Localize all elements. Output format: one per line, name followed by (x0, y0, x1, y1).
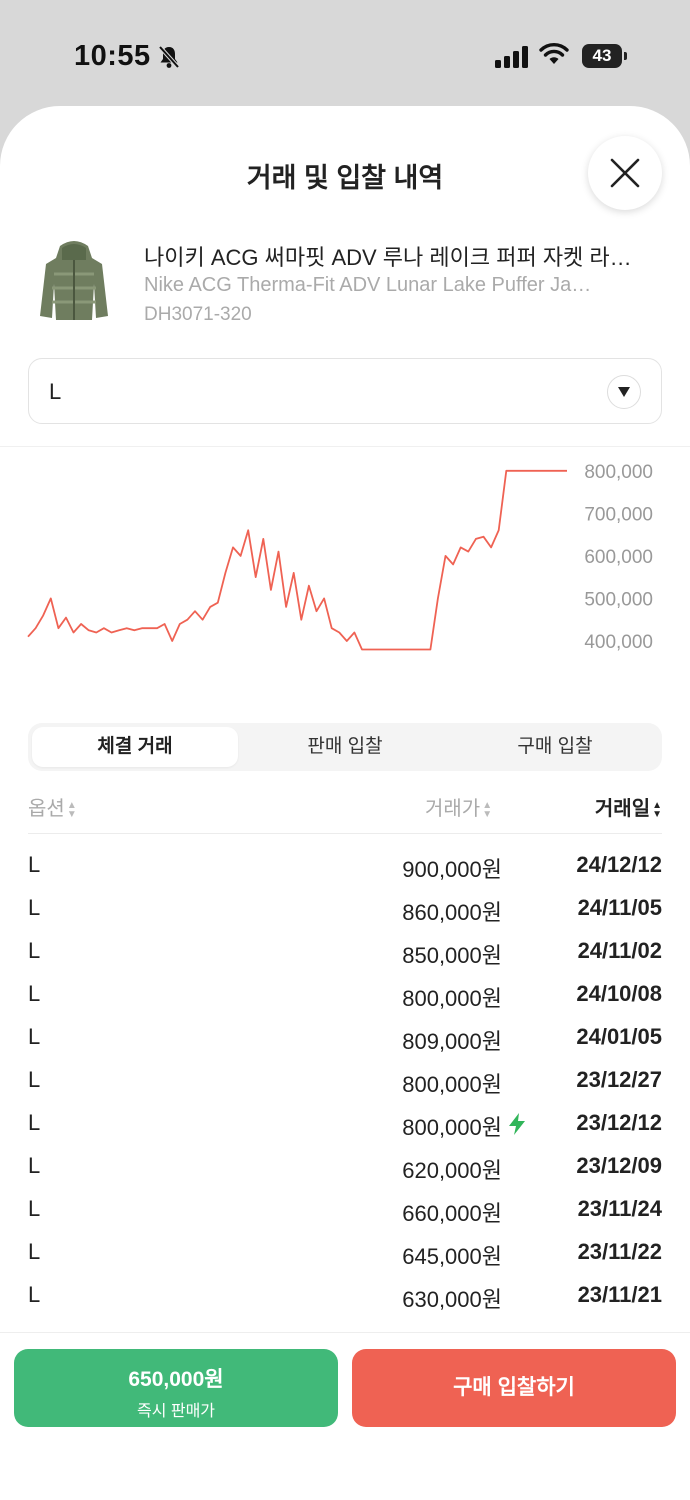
table-row: L 660,000원 23/11/24 (28, 1190, 662, 1233)
row-date: 24/10/08 (576, 981, 662, 1006)
header-option[interactable]: 옵션 ▲ ▼ (28, 792, 77, 821)
instant-sell-button[interactable]: 650,000원 즉시 판매가 (14, 1349, 338, 1427)
trade-history-sheet: 거래 및 입찰 내역 나이키 ACG 써마핏 ADV 루나 레이크 퍼퍼 자켓 … (0, 106, 690, 1500)
table-row: L 809,000원 24/01/05 (28, 1018, 662, 1061)
row-price: 809,000원 (402, 1029, 502, 1054)
instant-sell-label: 즉시 판매가 (136, 1403, 216, 1420)
row-option: L (28, 1024, 41, 1049)
row-date: 23/11/22 (577, 1239, 662, 1264)
sheet-title: 거래 및 입찰 내역 (246, 163, 444, 193)
sort-icon: ▲ ▼ (66, 799, 77, 820)
y-tick-label: 600,000 (584, 547, 653, 568)
status-time: 10:55 (74, 40, 151, 72)
row-price: 800,000원 (402, 1072, 502, 1097)
row-option: L (28, 938, 41, 963)
tab-sell-bids[interactable]: 판매 입찰 (242, 727, 448, 767)
table-row: L 630,000원 23/11/21 (28, 1276, 662, 1319)
table-row: L 645,000원 23/11/22 (28, 1233, 662, 1276)
row-price: 660,000원 (402, 1201, 502, 1226)
close-icon (610, 158, 640, 188)
row-price: 850,000원 (402, 943, 502, 968)
price-series-line (27, 469, 567, 651)
row-date: 23/12/09 (576, 1153, 662, 1178)
row-price: 860,000원 (402, 900, 502, 925)
row-option: L (28, 1110, 41, 1135)
row-option: L (28, 1239, 41, 1264)
product-name-en: Nike ACG Therma-Fit ADV Lunar Lake Puffe… (144, 274, 592, 296)
row-option: L (28, 895, 41, 920)
tab-buy-bids[interactable]: 구매 입찰 (452, 727, 658, 767)
row-price: 630,000원 (402, 1287, 502, 1312)
table-row: L 620,000원 23/12/09 (28, 1147, 662, 1190)
signal-icon (495, 46, 528, 68)
row-price: 900,000원 (402, 857, 502, 882)
tab-concluded-trades[interactable]: 체결 거래 (32, 727, 238, 767)
product-code: DH3071-320 (144, 304, 252, 325)
battery-indicator: 43 (582, 44, 627, 68)
row-price: 800,000원 (402, 1115, 502, 1140)
action-bar: 650,000원 즉시 판매가 구매 입찰하기 (0, 1332, 690, 1500)
row-option: L (28, 1153, 41, 1178)
wifi-icon (539, 43, 569, 64)
buy-bid-button[interactable]: 구매 입찰하기 (352, 1349, 676, 1427)
bell-muted-icon (158, 45, 180, 69)
table-row: L 800,000원 24/10/08 (28, 975, 662, 1018)
y-tick-label: 500,000 (584, 589, 653, 610)
row-date: 23/12/27 (576, 1067, 662, 1092)
row-date: 24/11/02 (577, 938, 662, 963)
header-price-label: 거래가 (425, 798, 481, 820)
row-option: L (28, 1067, 41, 1092)
sort-icon: ▲ ▼ (482, 799, 493, 820)
row-date: 24/12/12 (576, 852, 662, 877)
size-select-value: L (49, 379, 62, 404)
divider (0, 446, 690, 447)
row-date: 24/11/05 (577, 895, 662, 920)
trade-tabs: 체결 거래 판매 입찰 구매 입찰 (28, 723, 662, 771)
y-tick-label: 400,000 (584, 632, 653, 653)
size-select[interactable]: L (28, 358, 662, 424)
table-row: L 800,000원 23/12/27 (28, 1061, 662, 1104)
status-bar: 10:55 43 (0, 0, 690, 106)
table-row: L 800,000원 23/12/12 (28, 1104, 662, 1147)
table-header: 옵션 ▲ ▼ 거래가 ▲ ▼ 거래일 ▲ ▼ (28, 786, 662, 834)
close-button[interactable] (588, 136, 662, 210)
row-option: L (28, 1282, 41, 1307)
header-date[interactable]: 거래일 ▲ ▼ (595, 792, 662, 821)
header-option-label: 옵션 (28, 798, 65, 820)
row-option: L (28, 1196, 41, 1221)
table-row: L 860,000원 24/11/05 (28, 889, 662, 932)
header-date-label: 거래일 (594, 798, 651, 820)
product-thumbnail (40, 241, 108, 320)
row-date: 23/12/12 (576, 1110, 662, 1135)
header-price[interactable]: 거래가 ▲ ▼ (425, 792, 492, 821)
trade-list: L 900,000원 24/12/12 L 860,000원 24/11/05 L 850,0… (28, 846, 662, 1319)
row-price: 800,000원 (402, 986, 502, 1011)
row-date: 24/01/05 (576, 1024, 662, 1049)
row-date: 23/11/24 (577, 1196, 662, 1221)
price-chart: 800,000 700,000 600,000 500,000 400,000 (27, 462, 653, 653)
y-tick-label: 700,000 (584, 504, 653, 525)
table-row: L 850,000원 24/11/02 (28, 932, 662, 975)
sort-desc-icon: ▲ ▼ (652, 799, 662, 820)
row-price: 645,000원 (402, 1244, 502, 1269)
lightning-icon (509, 1113, 525, 1135)
product-name: 나이키 ACG 써마핏 ADV 루나 레이크 퍼퍼 자켓 라… (144, 245, 632, 270)
product-summary[interactable]: 나이키 ACG 써마핏 ADV 루나 레이크 퍼퍼 자켓 라… Nike ACG… (28, 234, 668, 334)
instant-sell-price: 650,000원 (128, 1368, 224, 1391)
row-date: 23/11/21 (577, 1282, 662, 1307)
row-option: L (28, 852, 41, 877)
row-option: L (28, 981, 41, 1006)
y-tick-label: 800,000 (584, 462, 653, 483)
table-row: L 900,000원 24/12/12 (28, 846, 662, 889)
dropdown-arrow-icon (607, 375, 641, 409)
row-price: 620,000원 (402, 1158, 502, 1183)
